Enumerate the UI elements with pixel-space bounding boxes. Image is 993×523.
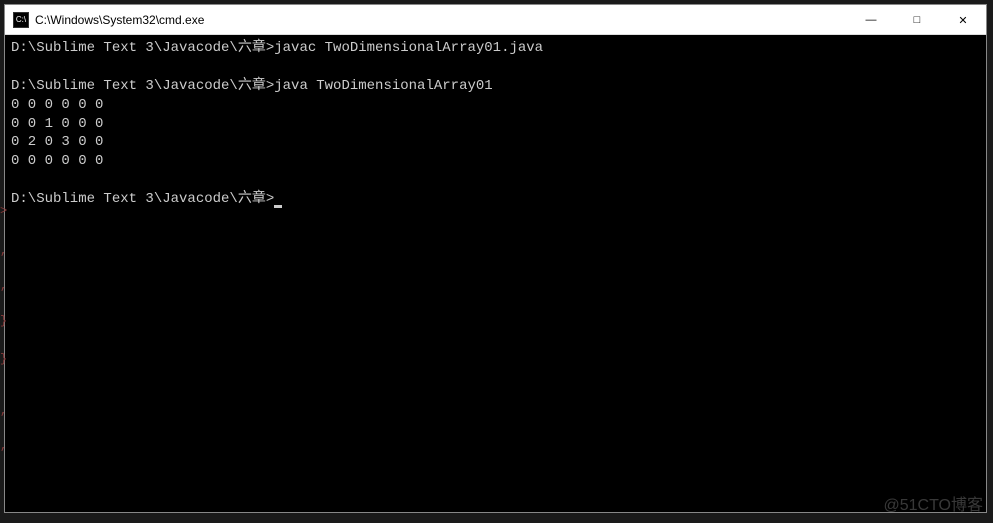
window-title: C:\Windows\System32\cmd.exe bbox=[35, 13, 848, 27]
close-button[interactable]: ✕ bbox=[940, 5, 986, 35]
terminal-line: D:\Sublime Text 3\Javacode\六章> bbox=[11, 190, 980, 209]
maximize-button[interactable]: □ bbox=[894, 5, 940, 35]
terminal-line: 0 0 1 0 0 0 bbox=[11, 115, 980, 134]
titlebar[interactable]: C:\ C:\Windows\System32\cmd.exe — □ ✕ bbox=[5, 5, 986, 35]
terminal-line: 0 0 0 0 0 0 bbox=[11, 152, 980, 171]
cursor bbox=[274, 205, 282, 208]
terminal-line: 0 2 0 3 0 0 bbox=[11, 133, 980, 152]
terminal-line: D:\Sublime Text 3\Javacode\六章>javac TwoD… bbox=[11, 39, 980, 58]
terminal-line: D:\Sublime Text 3\Javacode\六章>java TwoDi… bbox=[11, 77, 980, 96]
cmd-icon: C:\ bbox=[13, 12, 29, 28]
terminal-line bbox=[11, 171, 980, 190]
window-controls: — □ ✕ bbox=[848, 5, 986, 34]
minimize-button[interactable]: — bbox=[848, 5, 894, 35]
terminal-output[interactable]: D:\Sublime Text 3\Javacode\六章>javac TwoD… bbox=[5, 35, 986, 512]
terminal-line bbox=[11, 58, 980, 77]
terminal-line: 0 0 0 0 0 0 bbox=[11, 96, 980, 115]
cmd-window: C:\ C:\Windows\System32\cmd.exe — □ ✕ D:… bbox=[4, 4, 987, 513]
